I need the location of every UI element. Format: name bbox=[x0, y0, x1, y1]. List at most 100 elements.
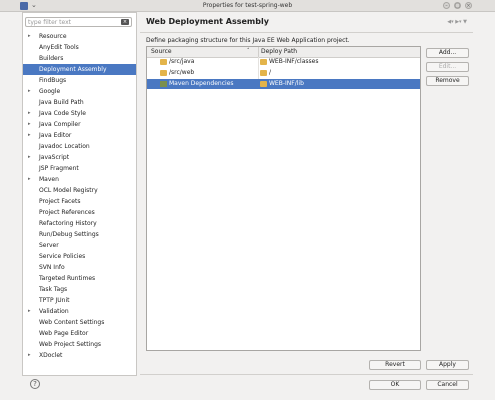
page-nav-controls: ◀▾ ▶▾ ▼ bbox=[447, 19, 467, 25]
expand-arrow-icon[interactable]: ▸ bbox=[28, 119, 31, 130]
tree-item[interactable]: Server bbox=[23, 240, 136, 251]
tree-item-label: TPTP JUnit bbox=[39, 297, 70, 304]
title-bar: ⌄ Properties for test-spring-web – □ × bbox=[0, 0, 495, 12]
expand-arrow-icon[interactable]: ▸ bbox=[28, 108, 31, 119]
tree-item[interactable]: Service Policies bbox=[23, 251, 136, 262]
preference-tree-panel: × ▸ Resource AnyEdit Tools Builders Deployme… bbox=[22, 12, 137, 376]
tree-item-label: FindBugs bbox=[39, 77, 67, 84]
tree-item-label: Targeted Runtimes bbox=[39, 275, 96, 282]
source-cell: Maven Dependencies bbox=[169, 80, 234, 87]
tree-item[interactable]: FindBugs bbox=[23, 75, 136, 86]
tree-item[interactable]: ▸ XDoclet bbox=[23, 350, 136, 361]
header-divider bbox=[140, 32, 473, 33]
tree-item-label: Google bbox=[39, 88, 61, 95]
expand-arrow-icon[interactable]: ▸ bbox=[28, 152, 31, 163]
tree-item[interactable]: Project References bbox=[23, 207, 136, 218]
tree-item-label: Web Page Editor bbox=[39, 330, 89, 337]
column-header-deploy-path[interactable]: Deploy Path bbox=[261, 48, 297, 55]
tree-item-label: Validation bbox=[39, 308, 69, 315]
deploy-path-cell: / bbox=[269, 69, 272, 76]
forward-icon[interactable]: ▶▾ bbox=[455, 19, 461, 25]
tree-item-label: Web Content Settings bbox=[39, 319, 105, 326]
tree-item[interactable]: Javadoc Location bbox=[23, 141, 136, 152]
help-icon[interactable]: ? bbox=[30, 379, 40, 389]
tree-item-label: Project References bbox=[39, 209, 95, 216]
tree-item[interactable]: ▸ Java Editor bbox=[23, 130, 136, 141]
tree-item[interactable]: Run/Debug Settings bbox=[23, 229, 136, 240]
tree-item-label: Javadoc Location bbox=[39, 143, 90, 150]
library-icon bbox=[160, 81, 167, 87]
tree-item[interactable]: JSP Fragment bbox=[23, 163, 136, 174]
page-title: Web Deployment Assembly bbox=[146, 17, 269, 26]
tree-item-label: Java Compiler bbox=[39, 121, 81, 128]
tree-item-label: Project Facets bbox=[39, 198, 81, 205]
add-button[interactable]: Add... bbox=[426, 48, 469, 58]
tree-item[interactable]: ▸ Java Code Style bbox=[23, 108, 136, 119]
folder-icon bbox=[160, 59, 167, 65]
sort-ascending-icon: ˄ bbox=[247, 48, 250, 54]
table-row[interactable]: /src/web / bbox=[147, 68, 420, 78]
expand-arrow-icon[interactable]: ▸ bbox=[28, 174, 31, 185]
ok-button[interactable]: OK bbox=[369, 380, 421, 390]
tree-item[interactable]: ▸ Maven bbox=[23, 174, 136, 185]
back-icon[interactable]: ◀▾ bbox=[447, 19, 453, 25]
tree-item[interactable]: ▸ Google bbox=[23, 86, 136, 97]
clear-filter-icon[interactable]: × bbox=[121, 19, 129, 25]
filter-field[interactable]: × bbox=[25, 17, 132, 27]
tree-item[interactable]: Refactoring History bbox=[23, 218, 136, 229]
tree-item[interactable]: TPTP JUnit bbox=[23, 295, 136, 306]
assembly-table: Source ˄ Deploy Path /src/java WEB-INF/c… bbox=[146, 46, 421, 351]
tree-item[interactable]: Builders bbox=[23, 53, 136, 64]
tree-item-label: Web Project Settings bbox=[39, 341, 102, 348]
source-cell: /src/web bbox=[169, 69, 195, 76]
expand-arrow-icon[interactable]: ▸ bbox=[28, 350, 31, 361]
tree-item-label: Java Build Path bbox=[39, 99, 84, 106]
expand-arrow-icon[interactable]: ▸ bbox=[28, 306, 31, 317]
filter-input[interactable] bbox=[28, 18, 118, 26]
tree-item-label: JavaScript bbox=[39, 154, 70, 161]
window-title: Properties for test-spring-web bbox=[202, 2, 293, 9]
edit-button[interactable]: Edit... bbox=[426, 62, 469, 72]
revert-button[interactable]: Revert bbox=[369, 360, 421, 370]
tree-item[interactable]: Web Page Editor bbox=[23, 328, 136, 339]
apply-button[interactable]: Apply bbox=[426, 360, 469, 370]
preference-tree: ▸ Resource AnyEdit Tools Builders Deployment… bbox=[23, 31, 136, 361]
tree-item-label: JSP Fragment bbox=[39, 165, 79, 172]
tree-item[interactable]: Web Project Settings bbox=[23, 339, 136, 350]
remove-button[interactable]: Remove bbox=[426, 76, 469, 86]
view-menu-icon[interactable]: ▼ bbox=[463, 19, 467, 25]
tree-item[interactable]: Project Facets bbox=[23, 196, 136, 207]
tree-item[interactable]: Java Build Path bbox=[23, 97, 136, 108]
source-cell: /src/java bbox=[169, 58, 195, 65]
maximize-icon[interactable]: □ bbox=[454, 2, 461, 9]
cancel-button[interactable]: Cancel bbox=[426, 380, 469, 390]
minimize-icon[interactable]: – bbox=[443, 2, 450, 9]
close-icon[interactable]: × bbox=[465, 2, 472, 9]
tree-item[interactable]: ▸ JavaScript bbox=[23, 152, 136, 163]
column-divider[interactable] bbox=[258, 47, 259, 57]
tree-item[interactable]: ▸ Validation bbox=[23, 306, 136, 317]
tree-item[interactable]: Task Tags bbox=[23, 284, 136, 295]
tree-item-label: XDoclet bbox=[39, 352, 63, 359]
folder-icon bbox=[260, 81, 267, 87]
expand-arrow-icon[interactable]: ▸ bbox=[28, 31, 31, 42]
deploy-path-cell: WEB-INF/lib bbox=[269, 80, 304, 87]
tree-item-label: Service Policies bbox=[39, 253, 86, 260]
table-row[interactable]: Maven Dependencies WEB-INF/lib bbox=[147, 79, 420, 89]
page-header: Web Deployment Assembly ◀▾ ▶▾ ▼ bbox=[140, 12, 473, 32]
tree-item[interactable]: ▸ Resource bbox=[23, 31, 136, 42]
tree-item[interactable]: Targeted Runtimes bbox=[23, 273, 136, 284]
tree-item-label: SVN Info bbox=[39, 264, 65, 271]
column-header-source[interactable]: Source bbox=[151, 48, 172, 55]
tree-item[interactable]: ▸ Java Compiler bbox=[23, 119, 136, 130]
tree-item-label: AnyEdit Tools bbox=[39, 44, 79, 51]
tree-item[interactable]: OCL Model Registry bbox=[23, 185, 136, 196]
table-row[interactable]: /src/java WEB-INF/classes bbox=[147, 57, 420, 67]
expand-arrow-icon[interactable]: ▸ bbox=[28, 86, 31, 97]
tree-item[interactable]: Web Content Settings bbox=[23, 317, 136, 328]
tree-item[interactable]: AnyEdit Tools bbox=[23, 42, 136, 53]
tree-item-label: OCL Model Registry bbox=[39, 187, 98, 194]
tree-item[interactable]: Deployment Assembly bbox=[23, 64, 136, 75]
expand-arrow-icon[interactable]: ▸ bbox=[28, 130, 31, 141]
tree-item[interactable]: SVN Info bbox=[23, 262, 136, 273]
